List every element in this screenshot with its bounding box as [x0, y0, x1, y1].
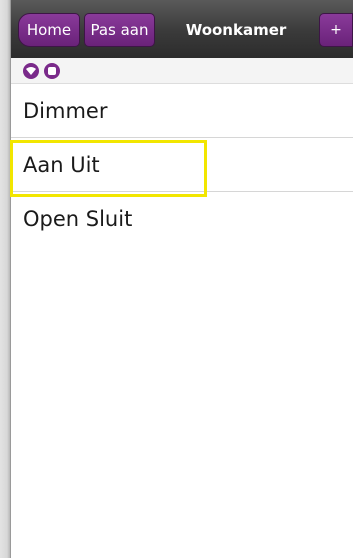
status-strip — [11, 58, 353, 84]
navigation-bar: Home Pas aan Woonkamer + — [11, 0, 353, 58]
left-rail — [0, 0, 11, 558]
stop-icon[interactable] — [44, 63, 60, 79]
page-title: Woonkamer — [185, 21, 287, 39]
add-button[interactable]: + — [319, 13, 353, 47]
wifi-icon — [23, 63, 39, 79]
edit-button[interactable]: Pas aan — [84, 13, 155, 47]
list-item-aan-uit[interactable]: Aan Uit — [11, 138, 353, 192]
home-button[interactable]: Home — [18, 13, 80, 47]
list-item-dimmer[interactable]: Dimmer — [11, 84, 353, 138]
list-item-open-sluit[interactable]: Open Sluit — [11, 192, 353, 246]
app-screen: Home Pas aan Woonkamer + Dimmer Aan Uit … — [0, 0, 353, 558]
device-list: Dimmer Aan Uit Open Sluit — [11, 84, 353, 246]
